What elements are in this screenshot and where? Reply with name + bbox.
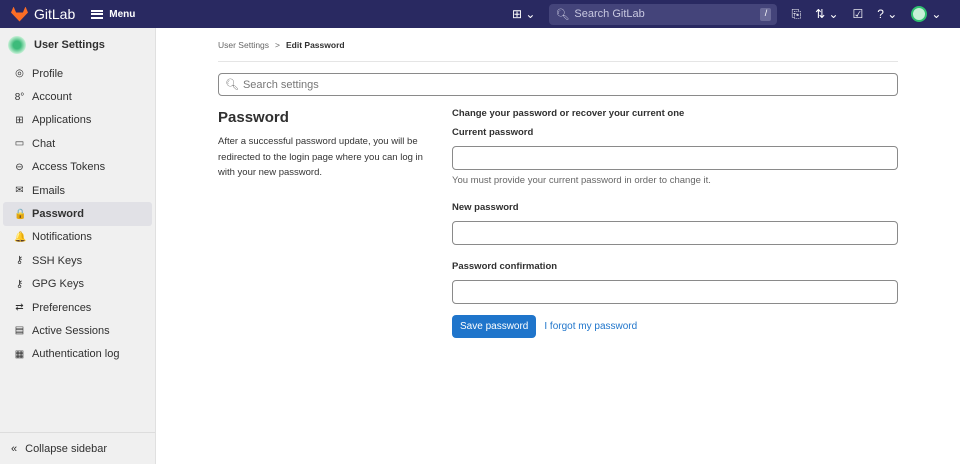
sidebar-item-active-sessions[interactable]: ▤ Active Sessions xyxy=(3,319,152,342)
password-icon: 🔒 xyxy=(14,208,27,220)
authentication-log-icon: ▦ xyxy=(14,348,25,360)
current-password-help: You must provide your current password i… xyxy=(452,175,711,186)
sidebar-item-label: Applications xyxy=(32,114,92,127)
sidebar-item-label: Emails xyxy=(32,184,66,197)
sidebar-header[interactable]: User Settings xyxy=(0,28,155,62)
breadcrumb-separator: > xyxy=(275,39,280,50)
password-confirmation-field[interactable] xyxy=(452,280,898,304)
sidebar-item-label: Chat xyxy=(32,137,56,150)
sidebar-item-label: Preferences xyxy=(32,301,92,314)
sidebar-item-ssh-keys[interactable]: ⚷ SSH Keys xyxy=(3,249,152,272)
search-gitlab-input[interactable]: 🔍︎ Search GitLab / xyxy=(549,3,778,25)
menu-button[interactable]: Menu xyxy=(91,9,135,20)
sidebar-item-label: Authentication log xyxy=(32,348,120,361)
section-description: After a successful password update, you … xyxy=(218,136,423,178)
sidebar-item-label: Profile xyxy=(32,67,64,80)
ssh-keys-icon: ⚷ xyxy=(15,255,24,267)
breadcrumb-parent[interactable]: User Settings xyxy=(218,40,269,50)
sidebar-title: User Settings xyxy=(34,39,105,51)
help-icon[interactable]: ? ⌄ xyxy=(877,7,897,21)
sidebar-item-label: Password xyxy=(32,208,84,221)
search-icon: 🔍︎ xyxy=(225,79,239,91)
chat-icon: ▭ xyxy=(14,138,25,150)
menu-label: Menu xyxy=(109,8,136,20)
shortcut-badge: / xyxy=(760,7,772,21)
sidebar-item-authentication-log[interactable]: ▦ Authentication log xyxy=(3,343,152,366)
notifications-icon: 🔔 xyxy=(14,231,27,243)
sidebar-item-label: Account xyxy=(32,91,72,104)
sidebar-item-password[interactable]: 🔒 Password xyxy=(3,202,152,226)
sidebar-item-preferences[interactable]: ⇄ Preferences xyxy=(3,296,152,319)
search-settings-input[interactable]: 🔍︎ Search settings xyxy=(218,73,898,96)
sidebar-item-label: SSH Keys xyxy=(32,254,83,267)
top-navbar: GitLab Menu ⊞ ⌄ 🔍︎ Search GitLab / ⎘ ⇅ ⌄ ☑… xyxy=(0,0,960,28)
forgot-password-link[interactable]: I forgot my password xyxy=(544,321,637,332)
new-password-field[interactable] xyxy=(452,221,898,245)
sidebar-item-account[interactable]: 8° Account xyxy=(3,85,152,108)
sidebar-item-notifications[interactable]: 🔔 Notifications xyxy=(3,226,152,249)
sidebar-item-gpg-keys[interactable]: ⚷ GPG Keys xyxy=(3,273,152,296)
account-icon: 8° xyxy=(14,91,25,103)
collapse-label: Collapse sidebar xyxy=(25,442,108,455)
user-avatar-icon xyxy=(8,36,26,54)
sidebar-item-label: Notifications xyxy=(32,231,92,244)
double-chevron-left-icon: « xyxy=(11,442,18,455)
password-confirmation-label: Password confirmation xyxy=(452,261,558,272)
brand-name: GitLab xyxy=(34,6,76,22)
section-intro: Password After a successful password upda… xyxy=(218,109,433,181)
avatar xyxy=(911,6,928,22)
search-placeholder: Search GitLab xyxy=(574,8,645,20)
section-title: Password xyxy=(218,109,289,126)
user-menu[interactable]: ⌄ xyxy=(911,6,941,22)
sidebar-item-access-tokens[interactable]: ⊖ Access Tokens xyxy=(3,156,152,179)
access-tokens-icon: ⊖ xyxy=(15,161,24,173)
search-settings-placeholder: Search settings xyxy=(242,78,319,91)
breadcrumb-current: Edit Password xyxy=(286,39,345,50)
sidebar: User Settings ◎ Profile 8° Account ⊞ Applicat… xyxy=(0,28,156,464)
form-heading: Change your password or recover your cur… xyxy=(452,108,685,119)
sidebar-item-label: Access Tokens xyxy=(32,161,106,174)
sidebar-item-applications[interactable]: ⊞ Applications xyxy=(3,109,152,132)
applications-icon: ⊞ xyxy=(15,114,24,126)
search-icon: 🔍︎ xyxy=(555,8,570,21)
current-password-field[interactable] xyxy=(452,146,898,170)
breadcrumb: User Settings > Edit Password xyxy=(218,28,898,62)
current-password-label: Current password xyxy=(452,127,534,138)
issues-icon[interactable]: ⎘ xyxy=(791,7,801,22)
sidebar-item-emails[interactable]: ✉ Emails xyxy=(3,179,152,202)
emails-icon: ✉ xyxy=(15,185,24,197)
tanuki-icon xyxy=(11,6,28,22)
hamburger-icon xyxy=(91,9,104,19)
sidebar-item-label: GPG Keys xyxy=(32,278,84,291)
new-password-label: New password xyxy=(452,202,519,213)
merge-requests-icon[interactable]: ⇅ ⌄ xyxy=(815,7,838,21)
profile-icon: ◎ xyxy=(15,68,24,80)
sidebar-item-chat[interactable]: ▭ Chat xyxy=(3,132,152,155)
gitlab-logo[interactable]: GitLab xyxy=(11,6,75,22)
preferences-icon: ⇄ xyxy=(15,302,24,314)
gpg-keys-icon: ⚷ xyxy=(15,278,24,290)
active-sessions-icon: ▤ xyxy=(14,325,25,337)
sidebar-item-profile[interactable]: ◎ Profile xyxy=(3,62,152,85)
sidebar-item-label: Active Sessions xyxy=(32,324,110,337)
todos-icon[interactable]: ☑ xyxy=(853,7,864,21)
password-form: Change your password or recover your cur… xyxy=(452,108,898,338)
main-content: User Settings > Edit Password 🔍︎ Search set… xyxy=(218,28,898,338)
collapse-sidebar-button[interactable]: « Collapse sidebar xyxy=(0,432,155,464)
new-dropdown-icon[interactable]: ⊞ ⌄ xyxy=(512,7,535,21)
save-password-button[interactable]: Save password xyxy=(452,315,537,338)
